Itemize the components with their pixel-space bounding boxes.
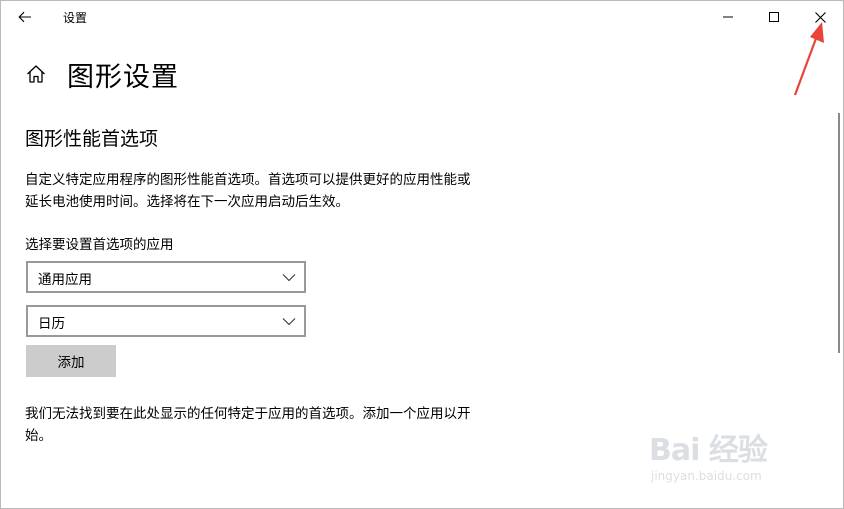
app-dropdown[interactable]: 日历 xyxy=(26,305,306,337)
back-arrow-icon xyxy=(18,11,31,23)
page-title: 图形设置 xyxy=(67,62,179,93)
select-app-label: 选择要设置首选项的应用 xyxy=(25,237,174,253)
app-type-dropdown-value: 通用应用 xyxy=(38,272,92,288)
section-title: 图形性能首选项 xyxy=(25,128,159,150)
minimize-icon xyxy=(723,16,733,18)
app-dropdown-value: 日历 xyxy=(38,316,65,332)
baidu-jingyan-watermark: Bai 经验 jingyan.baidu.com xyxy=(649,419,809,499)
app-type-dropdown[interactable]: 通用应用 xyxy=(26,261,306,293)
vertical-scrollbar[interactable] xyxy=(838,113,840,353)
chevron-down-icon xyxy=(282,274,296,282)
maximize-icon xyxy=(769,12,779,22)
window-title: 设置 xyxy=(63,11,88,25)
minimize-button[interactable] xyxy=(705,1,751,33)
watermark-brand: Bai 经验 xyxy=(649,433,768,468)
back-button[interactable] xyxy=(9,3,41,31)
watermark-url: jingyan.baidu.com xyxy=(651,469,762,483)
settings-window: 设置 图形设置 图形性能首选项 自定义特定应用程序的图形性能首选项。首选项可以提… xyxy=(0,0,844,509)
add-button[interactable]: 添加 xyxy=(26,345,116,377)
title-bar: 设置 xyxy=(1,1,843,33)
red-arrow-annotation xyxy=(793,22,824,96)
empty-preferences-message: 我们无法找到要在此处显示的任何特定于应用的首选项。添加一个应用以开始。 xyxy=(25,406,471,444)
chevron-down-icon xyxy=(282,318,296,326)
section-description: 自定义特定应用程序的图形性能首选项。首选项可以提供更好的应用性能或延长电池使用时… xyxy=(25,172,471,210)
home-icon[interactable] xyxy=(25,63,47,85)
